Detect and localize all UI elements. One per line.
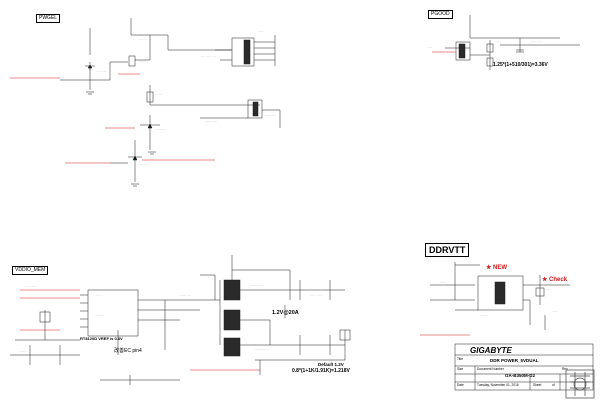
svg-text:········· ·····: ········· ····· [530,40,543,43]
vddio-section-label: VDDIO_MEM [12,266,49,275]
title-field-label: Title [457,357,463,361]
svg-text:·····: ····· [495,40,499,43]
svg-text:······: ······ [258,30,263,33]
svg-text:······ ······· ····: ······ ······· ···· [200,55,216,58]
svg-text:···· ·········: ···· ········· [25,285,37,288]
svg-text:······: ······ [545,288,550,291]
pwgel-circuit [10,18,281,187]
svg-text:···· ·····: ···· ····· [138,38,147,41]
svg-text:········ ······: ········ ······ [310,294,323,297]
document-field-label: Document Number [477,367,504,371]
pgood-formula-note: 1.25*(1+510/301)=3.36V [493,62,548,68]
brand-logo: GIGABYTE [470,346,512,355]
svg-text:···· ········: ···· ········ [155,128,166,131]
svg-text:···· ·······: ···· ······· [96,70,106,73]
check-marker: ★ Check [542,277,568,283]
default-voltage-note: Default 1.2V [318,362,344,367]
chinese-note: 改善EC pin4 [114,348,142,354]
svg-text:········· ······: ········· ······ [255,348,269,351]
size-field-label: Size [457,367,464,371]
svg-text:········: ········ [20,350,27,353]
svg-text:··· ·····: ··· ····· [155,93,163,96]
ddrvtt-section-label: DDRVTT [425,243,470,257]
svg-text:··· ······: ··· ······ [138,60,147,63]
rev-field-label: Rev [562,367,568,371]
date-value: Tuesday, November 01, 2016 [477,383,519,387]
svg-text:········: ········ [480,314,487,317]
svg-text:······: ······ [552,310,557,313]
svg-text:········ ····: ········ ···· [180,294,191,297]
vddio-circuit [10,255,351,385]
rt8120-vref-note: RT8120D VREF is 0.8V [80,336,123,341]
model-number: GA-B350M-D2 [505,373,536,378]
svg-text:········· ······: ········· ······ [250,284,264,287]
sheet-of-label: of [552,383,555,387]
vddio-formula-note: 0.8*(1+1K/1.91K)=1.218V [292,368,350,374]
ddrvtt-circuit [420,262,570,336]
svg-text:·······: ······· [440,281,446,284]
svg-text:········ ·····: ········ ····· [205,120,217,123]
svg-text:···· ····: ···· ···· [95,294,103,297]
sheet-field-label: Sheet [533,383,542,387]
svg-text:··· ·······: ··· ······· [95,314,104,317]
vddio-current-note: 1.2V@20A [272,310,299,316]
date-field-label: Date [457,383,464,387]
svg-text:···· ······: ···· ······ [140,163,149,166]
sheet-title: DDR POWER_5VDUAL [490,358,539,363]
pgood-section-label: PGOOD [428,10,453,19]
svg-text:·····: ····· [428,46,432,49]
new-marker: ★ NEW [486,265,508,271]
svg-text:····· ·······: ····· ······· [265,114,276,117]
pwgel-section-label: PWGEL [36,14,61,23]
